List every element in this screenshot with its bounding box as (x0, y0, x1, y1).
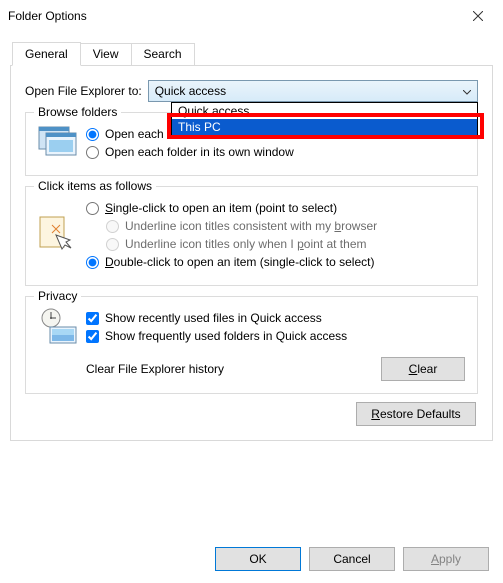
clear-button[interactable]: Clear (381, 357, 465, 381)
privacy-group: Privacy Show recently used files in Quic… (25, 296, 478, 394)
radio-underline-browser-label: Underline icon titles consistent with my… (125, 219, 377, 233)
browse-folders-title: Browse folders (34, 105, 121, 119)
checkbox-frequent-folders[interactable] (86, 330, 99, 343)
window-title: Folder Options (8, 9, 87, 23)
chevron-down-icon (463, 84, 471, 98)
dropdown-option-quick-access[interactable]: Quick access (172, 103, 477, 119)
click-items-group: Click items as follows Single-click to o… (25, 186, 478, 286)
dropdown-selected-text: Quick access (155, 84, 226, 98)
open-explorer-label: Open File Explorer to: (25, 84, 142, 98)
cancel-button[interactable]: Cancel (309, 547, 395, 571)
radio-single-click-label: Single-click to open an item (point to s… (105, 201, 337, 215)
radio-single-click[interactable] (86, 202, 99, 215)
radio-double-click-label: Double-click to open an item (single-cli… (105, 255, 374, 269)
privacy-icon (38, 307, 78, 347)
click-items-icon (38, 215, 78, 255)
radio-own-window-label: Open each folder in its own window (105, 145, 294, 159)
dropdown-option-this-pc[interactable]: This PC (172, 119, 477, 135)
apply-button[interactable]: Apply (403, 547, 489, 571)
click-items-title: Click items as follows (34, 179, 156, 193)
privacy-title: Privacy (34, 289, 81, 303)
tab-search[interactable]: Search (131, 43, 195, 66)
radio-underline-point (106, 238, 119, 251)
clear-history-label: Clear File Explorer history (86, 362, 224, 376)
dropdown-list[interactable]: Quick access This PC (171, 102, 478, 136)
close-icon (473, 11, 483, 21)
tab-panel: Open File Explorer to: Quick access Quic… (10, 65, 493, 441)
radio-underline-browser (106, 220, 119, 233)
radio-underline-point-label: Underline icon titles only when I point … (125, 237, 366, 251)
tab-view[interactable]: View (80, 43, 132, 66)
radio-own-window[interactable] (86, 146, 99, 159)
radio-double-click[interactable] (86, 256, 99, 269)
browse-folders-icon (38, 123, 78, 163)
tab-general[interactable]: General (12, 42, 81, 66)
open-explorer-dropdown[interactable]: Quick access (148, 80, 478, 102)
checkbox-recent-files-label: Show recently used files in Quick access (105, 311, 322, 325)
close-button[interactable] (455, 1, 501, 31)
dialog-buttons: OK Cancel Apply (215, 547, 489, 571)
checkbox-frequent-folders-label: Show frequently used folders in Quick ac… (105, 329, 347, 343)
ok-button[interactable]: OK (215, 547, 301, 571)
checkbox-recent-files[interactable] (86, 312, 99, 325)
radio-same-window[interactable] (86, 128, 99, 141)
restore-defaults-button[interactable]: Restore Defaults (356, 402, 476, 426)
tab-bar: General View Search (12, 42, 503, 65)
